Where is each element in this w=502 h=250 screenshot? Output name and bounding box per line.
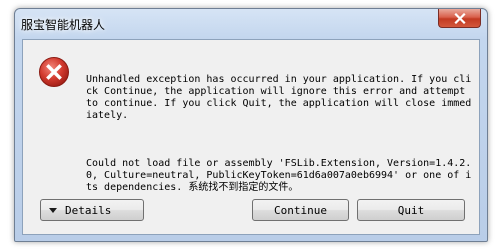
chevron-down-icon [49, 207, 57, 213]
error-icon [38, 56, 70, 88]
error-dialog-window: 服宝智能机器人 Unhandled exception has occurred… [14, 8, 488, 242]
quit-button-label: Quit [397, 203, 425, 217]
message-paragraph-1: Unhandled exception has occurred in your… [86, 74, 472, 121]
error-message: Unhandled exception has occurred in your… [86, 50, 474, 218]
close-icon [453, 12, 466, 24]
dialog-content: Unhandled exception has occurred in your… [22, 39, 480, 235]
continue-button[interactable]: Continue [252, 199, 349, 221]
continue-button-label: Continue [274, 203, 327, 217]
details-button-label: Details [65, 203, 112, 217]
quit-button[interactable]: Quit [357, 199, 465, 221]
window-title: 服宝智能机器人 [21, 17, 106, 32]
details-button[interactable]: Details [40, 199, 144, 221]
title-bar[interactable]: 服宝智能机器人 [15, 9, 487, 39]
close-button[interactable] [438, 9, 481, 28]
message-paragraph-2: Could not load file or assembly 'FSLib.E… [86, 158, 472, 193]
